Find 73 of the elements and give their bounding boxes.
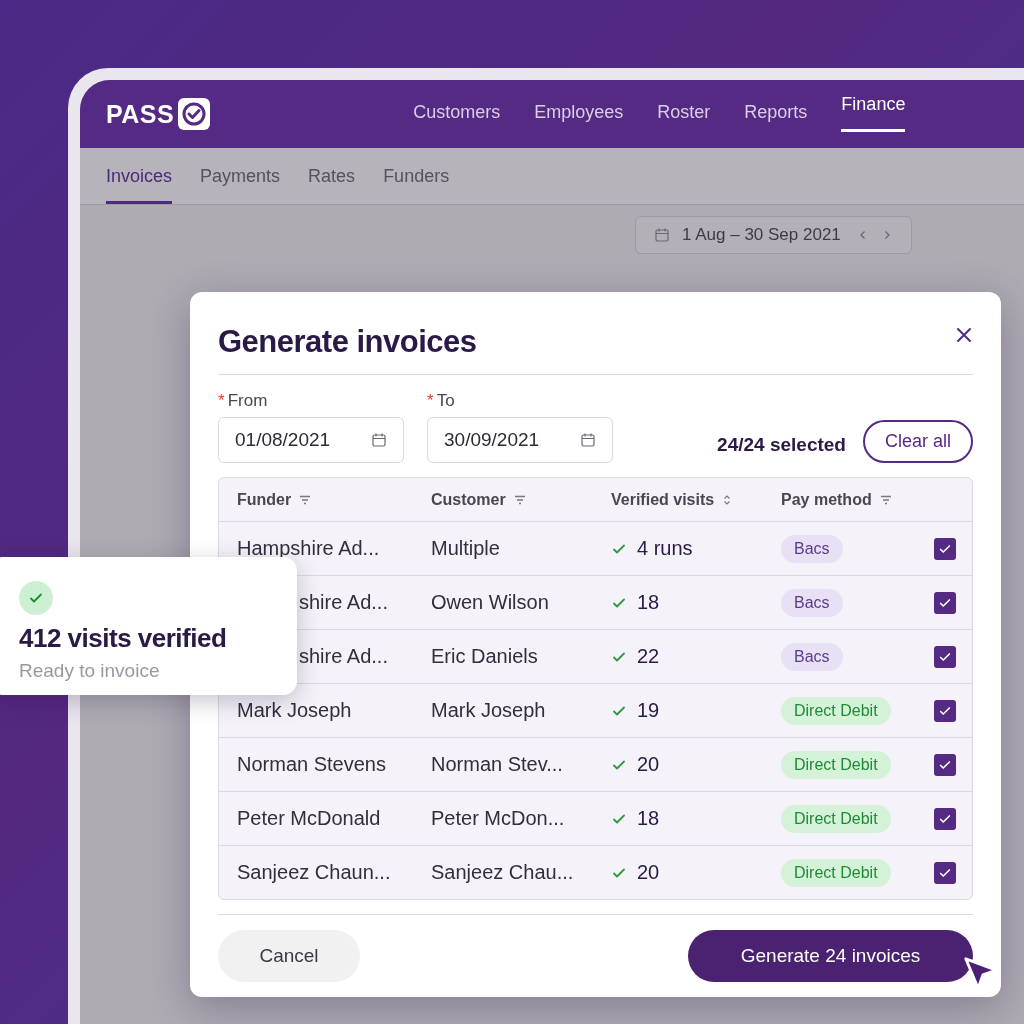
pay-method-tag: Direct Debit bbox=[781, 804, 891, 833]
nav-tab[interactable]: Roster bbox=[657, 96, 711, 132]
calendar-icon bbox=[371, 432, 387, 448]
clear-all-button[interactable]: Clear all bbox=[862, 420, 973, 463]
column-header[interactable]: Verified visits bbox=[611, 490, 715, 509]
generate-button[interactable]: Generate 24 invoices bbox=[688, 930, 973, 982]
sub-tab[interactable]: Rates bbox=[308, 166, 356, 204]
table-cell-text: shire Ad... bbox=[298, 645, 389, 668]
logo-wordmark: PASS bbox=[106, 99, 175, 129]
checkbox[interactable] bbox=[934, 537, 956, 560]
table-cell-text: Norman Stevens bbox=[237, 753, 387, 776]
table-cell-text: shire Ad... bbox=[298, 591, 389, 614]
calendar-icon bbox=[654, 227, 670, 243]
nav-tab[interactable]: Finance bbox=[841, 88, 906, 132]
pay-method-tag: Bacs bbox=[781, 588, 843, 617]
checkbox[interactable] bbox=[934, 753, 956, 776]
field-label: From bbox=[227, 391, 268, 410]
sort-icon bbox=[722, 493, 733, 506]
table-cell-text: Multiple bbox=[431, 537, 501, 560]
visit-count: 20 bbox=[637, 753, 660, 776]
visit-count: 19 bbox=[637, 699, 660, 722]
close-icon bbox=[955, 326, 973, 344]
filter-icon bbox=[299, 494, 312, 505]
column-header[interactable]: Funder bbox=[237, 490, 292, 509]
date-field[interactable]: 01/08/2021 bbox=[218, 417, 404, 463]
table-cell-text: Eric Daniels bbox=[431, 645, 539, 668]
table-cell-text: Mark Joseph bbox=[237, 699, 353, 722]
toast-title: 412 visits verified bbox=[19, 623, 228, 654]
date-field[interactable]: 30/09/2021 bbox=[427, 417, 613, 463]
table-cell-text: Sanjeez Chaun... bbox=[237, 861, 392, 884]
dialog-title: Generate invoices bbox=[218, 324, 477, 360]
pay-method-tag: Bacs bbox=[781, 642, 843, 671]
visit-count: 18 bbox=[637, 591, 660, 614]
date-range-picker[interactable]: 1 Aug – 30 Sep 2021 bbox=[635, 216, 912, 254]
table-cell-text: Mark Joseph bbox=[431, 699, 547, 722]
selection-count: 24/24 selected bbox=[717, 434, 846, 456]
pay-method-tag: Direct Debit bbox=[781, 750, 891, 779]
table-cell-text: Hampshire Ad... bbox=[237, 537, 381, 560]
table-cell-text: Norman Stev... bbox=[431, 753, 564, 776]
column-header[interactable]: Customer bbox=[431, 490, 506, 509]
visit-count: 20 bbox=[637, 861, 660, 884]
checkbox[interactable] bbox=[934, 861, 956, 884]
field-label: To bbox=[436, 391, 455, 410]
checkbox[interactable] bbox=[934, 699, 956, 722]
pay-method-tag: Direct Debit bbox=[781, 696, 891, 725]
cancel-button[interactable]: Cancel bbox=[218, 930, 360, 982]
sub-tab[interactable]: Invoices bbox=[106, 166, 173, 204]
filter-icon bbox=[513, 494, 526, 505]
sub-tab[interactable]: Funders bbox=[383, 166, 450, 204]
checkbox[interactable] bbox=[934, 591, 956, 614]
table-cell-text: Owen Wilson bbox=[431, 591, 550, 614]
filter-icon bbox=[879, 494, 892, 505]
checkbox[interactable] bbox=[934, 807, 956, 830]
nav-tab[interactable]: Reports bbox=[744, 96, 808, 132]
nav-tab[interactable]: Customers bbox=[413, 96, 501, 132]
logo-check-icon bbox=[177, 97, 212, 131]
required-mark: * bbox=[218, 391, 225, 410]
checkbox[interactable] bbox=[934, 645, 956, 668]
visit-count: 18 bbox=[637, 807, 660, 830]
table-cell-text: Sanjeez Chau... bbox=[431, 861, 575, 884]
table-cell-text: Peter McDon... bbox=[431, 807, 566, 830]
visit-count: 22 bbox=[637, 645, 660, 668]
calendar-icon bbox=[580, 432, 596, 448]
sub-tab[interactable]: Payments bbox=[200, 166, 281, 204]
column-header[interactable]: Pay method bbox=[781, 490, 872, 509]
toast-subtitle: Ready to invoice bbox=[19, 660, 161, 682]
visit-count: 4 runs bbox=[637, 537, 693, 560]
pay-method-tag: Bacs bbox=[781, 534, 843, 563]
table-cell-text: Peter McDonald bbox=[237, 807, 382, 830]
pay-method-tag: Direct Debit bbox=[781, 858, 891, 887]
nav-tab[interactable]: Employees bbox=[534, 96, 624, 132]
required-mark: * bbox=[427, 391, 434, 410]
date-range-text: 1 Aug – 30 Sep 2021 bbox=[682, 225, 841, 245]
